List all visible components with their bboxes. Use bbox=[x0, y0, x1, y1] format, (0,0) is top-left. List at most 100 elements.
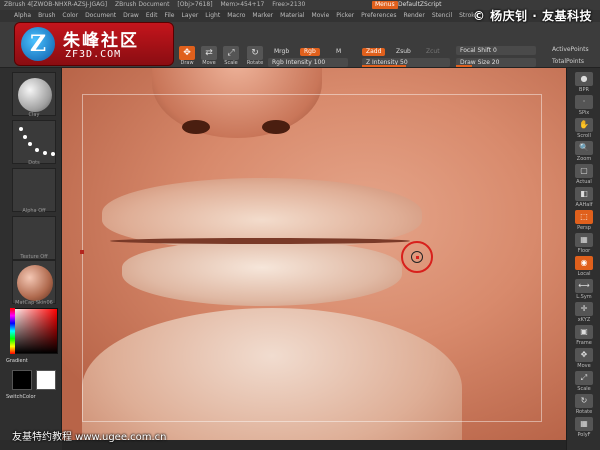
alpha-thumbnail[interactable] bbox=[12, 168, 56, 212]
memory-info: Mem>454+17 bbox=[220, 1, 265, 8]
logo-emblem: Z bbox=[21, 27, 55, 61]
z-intensity-slider[interactable]: Z Intensity 50 bbox=[362, 58, 450, 67]
menu-light[interactable]: Light bbox=[205, 12, 220, 19]
right-tray: ● BPR · SPix ✋ Scroll 🔍 Zoom ▢ Actual ◧ AAHalf ⬚ Pers… bbox=[566, 68, 600, 450]
brush-thumbnail[interactable] bbox=[12, 72, 56, 116]
tool-draw-button[interactable]: ✥ Draw bbox=[178, 46, 196, 68]
menu-picker[interactable]: Picker bbox=[336, 12, 354, 19]
menu-preferences[interactable]: Preferences bbox=[361, 12, 396, 19]
material-thumbnail[interactable] bbox=[12, 260, 56, 304]
tool-label: Scale bbox=[224, 60, 238, 66]
app-title: ZBrush 4[ZWOB-NHXR-AZSJ-JGAG] bbox=[4, 1, 108, 8]
tray-button-label: Rotate bbox=[575, 409, 593, 415]
zadd-button[interactable]: Zadd bbox=[362, 48, 386, 56]
default-script-label[interactable]: DefaultZScript bbox=[398, 0, 441, 10]
scale-icon: ⤢ bbox=[223, 46, 239, 60]
xkyz-icon: ✛ bbox=[575, 302, 593, 316]
document-title: ZBrush Document bbox=[115, 1, 170, 8]
tool-move-button[interactable]: ⇄ Move bbox=[200, 46, 218, 68]
matcap-skin-icon bbox=[17, 265, 53, 301]
tray-button-label: Local bbox=[577, 271, 591, 277]
menu-brush[interactable]: Brush bbox=[38, 12, 55, 19]
menu-material[interactable]: Material bbox=[280, 12, 304, 19]
menu-document[interactable]: Document bbox=[85, 12, 116, 19]
tray-zoom-button[interactable]: 🔍 Zoom bbox=[571, 141, 597, 165]
focal-shift-slider[interactable]: Focal Shift 0 bbox=[456, 46, 536, 55]
secondary-color-swatch[interactable] bbox=[36, 370, 56, 390]
tray-button-label: Scale bbox=[577, 386, 591, 392]
tray-scale-button[interactable]: ⤢ Scale bbox=[571, 371, 597, 395]
gradient-label[interactable]: Gradient bbox=[6, 358, 58, 364]
local-icon: ◉ bbox=[575, 256, 593, 270]
menu-marker[interactable]: Marker bbox=[252, 12, 273, 19]
tray-scroll-button[interactable]: ✋ Scroll bbox=[571, 118, 597, 142]
document-frame bbox=[82, 94, 542, 422]
zsub-button[interactable]: Zsub bbox=[392, 48, 415, 56]
tray-rotate-button[interactable]: ↻ Rotate bbox=[571, 394, 597, 418]
tray-button-label: Scroll bbox=[577, 133, 591, 139]
spix-icon: · bbox=[575, 95, 593, 109]
tray-button-label: Move bbox=[577, 363, 591, 369]
menu-layer[interactable]: Layer bbox=[182, 12, 199, 19]
m-button[interactable]: M bbox=[332, 48, 345, 56]
draw-size-slider[interactable]: Draw Size 20 bbox=[456, 58, 536, 67]
rotate-icon: ↻ bbox=[247, 46, 263, 60]
switch-color-label[interactable]: SwitchColor bbox=[6, 394, 58, 400]
tray-actual-button[interactable]: ▢ Actual bbox=[571, 164, 597, 188]
aahalf-icon: ◧ bbox=[575, 187, 593, 201]
menu-stencil[interactable]: Stencil bbox=[432, 12, 452, 19]
zcut-button[interactable]: Zcut bbox=[422, 48, 444, 56]
draw-size-fill bbox=[456, 65, 472, 67]
main-color-swatch[interactable] bbox=[12, 370, 32, 390]
tray-polyf-button[interactable]: ▦ PolyF bbox=[571, 417, 597, 441]
stroke-thumbnail[interactable] bbox=[12, 120, 56, 164]
tray-xkyz-button[interactable]: ✛ xKYZ bbox=[571, 302, 597, 326]
menu-macro[interactable]: Macro bbox=[227, 12, 245, 19]
menu-color[interactable]: Color bbox=[62, 12, 78, 19]
tool-rotate-button[interactable]: ↻ Rotate bbox=[246, 46, 264, 68]
move-icon: ⇄ bbox=[201, 46, 217, 60]
tray-spix-button[interactable]: · SPix bbox=[571, 95, 597, 119]
menu-alpha[interactable]: Alpha bbox=[14, 12, 31, 19]
menu-draw[interactable]: Draw bbox=[123, 12, 139, 19]
hue-bar[interactable] bbox=[10, 308, 15, 354]
bpr-icon: ● bbox=[575, 72, 593, 86]
menu-file[interactable]: File bbox=[164, 12, 174, 19]
menus-button[interactable]: Menus bbox=[372, 1, 398, 9]
tray-button-label: Persp bbox=[577, 225, 591, 231]
tray-button-label: SPix bbox=[578, 110, 590, 116]
rgb-intensity-label: Rgb Intensity 100 bbox=[272, 59, 326, 66]
object-info: [Obj>7618] bbox=[177, 1, 213, 8]
zf3d-logo: Z 朱峰社区 ZF3D.COM bbox=[14, 22, 174, 66]
tray-button-label: Actual bbox=[576, 179, 592, 185]
left-tray: Clay Dots Alpha Off Texture Off MatCap S… bbox=[0, 68, 62, 440]
menu-edit[interactable]: Edit bbox=[146, 12, 158, 19]
menu-render[interactable]: Render bbox=[403, 12, 424, 19]
rotate-icon: ↻ bbox=[575, 394, 593, 408]
focal-shift-label: Focal Shift 0 bbox=[460, 47, 497, 54]
scroll-icon: ✋ bbox=[575, 118, 593, 132]
tray-bpr-button[interactable]: ● BPR bbox=[571, 72, 597, 96]
rgb-button[interactable]: Rgb bbox=[300, 48, 320, 56]
tray-persp-button[interactable]: ⬚ Persp bbox=[571, 210, 597, 234]
color-picker[interactable] bbox=[10, 308, 58, 354]
anchor-marker bbox=[80, 250, 84, 254]
tray-move-button[interactable]: ✥ Move bbox=[571, 348, 597, 372]
sculpt-canvas[interactable] bbox=[62, 68, 566, 440]
tray-lsym-button[interactable]: ⟷ L.Sym bbox=[571, 279, 597, 303]
brush-label: Clay bbox=[28, 112, 40, 118]
floor-icon: ▦ bbox=[575, 233, 593, 247]
tray-floor-button[interactable]: ▦ Floor bbox=[571, 233, 597, 257]
polyf-icon: ▦ bbox=[575, 417, 593, 431]
tray-button-label: Zoom bbox=[576, 156, 592, 162]
tray-button-label: BPR bbox=[579, 87, 589, 93]
tray-local-button[interactable]: ◉ Local bbox=[571, 256, 597, 280]
material-label: MatCap Skin06 bbox=[15, 300, 53, 306]
mrgb-button[interactable]: Mrgb bbox=[270, 48, 293, 56]
tray-frame-button[interactable]: ▣ Frame bbox=[571, 325, 597, 349]
menu-movie[interactable]: Movie bbox=[312, 12, 330, 19]
tray-button-label: Frame bbox=[576, 340, 592, 346]
tray-aahalf-button[interactable]: ◧ AAHalf bbox=[571, 187, 597, 211]
tool-scale-button[interactable]: ⤢ Scale bbox=[222, 46, 240, 68]
rgb-intensity-slider[interactable]: Rgb Intensity 100 bbox=[268, 58, 348, 67]
